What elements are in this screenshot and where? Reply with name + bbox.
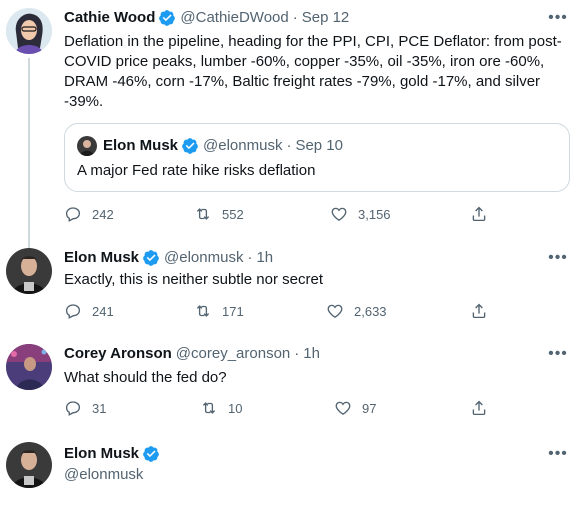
reply-count: 241 <box>92 303 114 319</box>
like-count: 97 <box>362 400 377 416</box>
separator-dot: · <box>247 249 253 266</box>
tweet-actions: 242 552 3,156 <box>64 205 504 225</box>
separator-dot: · <box>294 345 300 362</box>
avatar[interactable] <box>6 344 52 390</box>
tweet-header: Corey Aronson @corey_aronson · 1h <box>64 344 320 364</box>
retweet-count: 552 <box>222 206 244 222</box>
tweet-text: What should the fed do? <box>64 369 227 386</box>
tweet-elon-focused[interactable]: Elon Musk @elonmusk ••• <box>0 432 582 505</box>
author-handle[interactable]: @corey_aronson <box>176 344 290 364</box>
tweet-header: Elon Musk @elonmusk · 1h <box>64 248 273 268</box>
reply-button[interactable]: 241 <box>64 302 114 320</box>
author-handle[interactable]: @CathieDWood <box>180 8 288 28</box>
author-handle-line[interactable]: @elonmusk <box>64 465 572 485</box>
tweet-elon-reply[interactable]: Elon Musk @elonmusk · 1h ••• Exactly, th… <box>0 240 582 336</box>
quoted-avatar <box>77 136 97 156</box>
more-options-icon[interactable]: ••• <box>548 10 568 32</box>
avatar-corey-image <box>6 344 52 390</box>
author-name[interactable]: Corey Aronson <box>64 344 172 364</box>
thread-line <box>28 58 30 248</box>
avatar[interactable] <box>6 8 52 54</box>
reply-count: 31 <box>92 400 107 416</box>
quoted-author-handle: @elonmusk <box>203 137 283 154</box>
author-name[interactable]: Cathie Wood <box>64 8 155 28</box>
verified-badge-icon <box>142 445 160 463</box>
more-options-icon[interactable]: ••• <box>548 446 568 468</box>
timestamp[interactable]: 1h <box>256 248 273 268</box>
heart-icon <box>335 401 351 415</box>
quoted-author-name: Elon Musk <box>103 137 179 154</box>
reply-button[interactable]: 242 <box>64 205 114 223</box>
reply-count: 242 <box>92 206 114 222</box>
share-button[interactable] <box>470 399 488 422</box>
quoted-text: A major Fed rate hike risks deflation <box>77 162 316 179</box>
retweet-button[interactable]: 171 <box>194 302 244 320</box>
share-button[interactable] <box>470 302 488 325</box>
retweet-count: 171 <box>222 303 244 319</box>
tweet-cathie-wood[interactable]: Cathie Wood @CathieDWood · Sep 12 ••• De… <box>0 0 582 248</box>
author-handle[interactable]: @elonmusk <box>164 248 243 268</box>
reply-icon <box>65 401 81 416</box>
reply-button[interactable]: 31 <box>64 399 106 417</box>
verified-badge-icon <box>158 9 176 27</box>
tweet-actions: 241 171 2,633 <box>64 302 504 322</box>
reply-icon <box>65 207 81 222</box>
tweet-header: Elon Musk <box>64 444 160 464</box>
tweet-header: Cathie Wood @CathieDWood · Sep 12 <box>64 8 349 28</box>
avatar-elon-image <box>6 442 52 488</box>
quoted-timestamp: Sep 10 <box>295 137 343 154</box>
retweet-icon <box>202 402 216 414</box>
timestamp[interactable]: Sep 12 <box>302 8 350 28</box>
author-name[interactable]: Elon Musk <box>64 444 139 464</box>
avatar[interactable] <box>6 442 52 488</box>
verified-badge-icon <box>142 249 160 267</box>
like-button[interactable]: 2,633 <box>326 302 387 320</box>
avatar[interactable] <box>6 248 52 294</box>
separator-dot: · <box>286 137 292 154</box>
like-count: 2,633 <box>354 303 387 319</box>
avatar-cathie-image <box>6 8 52 54</box>
tweet-actions: 31 10 97 <box>64 399 504 419</box>
separator-dot: · <box>292 9 298 26</box>
heart-icon <box>331 207 347 221</box>
reply-icon <box>65 304 81 319</box>
share-icon <box>472 400 486 416</box>
verified-badge-icon <box>181 137 199 155</box>
tweet-text: Exactly, this is neither subtle nor secr… <box>64 271 323 288</box>
share-icon <box>472 303 486 319</box>
retweet-icon <box>196 305 210 317</box>
tweet-text: Deflation in the pipeline, heading for t… <box>64 33 562 110</box>
like-count: 3,156 <box>358 206 391 222</box>
quoted-header: Elon Musk @elonmusk · Sep 10 <box>103 136 343 156</box>
heart-icon <box>327 304 343 318</box>
like-button[interactable]: 97 <box>334 399 376 417</box>
avatar-elon-image <box>6 248 52 294</box>
more-options-icon[interactable]: ••• <box>548 250 568 272</box>
quoted-tweet[interactable]: Elon Musk @elonmusk · Sep 10 A major Fed… <box>64 123 570 192</box>
retweet-button[interactable]: 552 <box>194 205 244 223</box>
retweet-count: 10 <box>228 400 243 416</box>
retweet-button[interactable]: 10 <box>200 399 242 417</box>
like-button[interactable]: 3,156 <box>330 205 391 223</box>
share-icon <box>472 206 486 222</box>
tweet-corey-aronson[interactable]: Corey Aronson @corey_aronson · 1h ••• Wh… <box>0 336 582 432</box>
retweet-icon <box>196 208 210 220</box>
author-name[interactable]: Elon Musk <box>64 248 139 268</box>
share-button[interactable] <box>470 205 488 228</box>
more-options-icon[interactable]: ••• <box>548 346 568 368</box>
timestamp[interactable]: 1h <box>303 344 320 364</box>
